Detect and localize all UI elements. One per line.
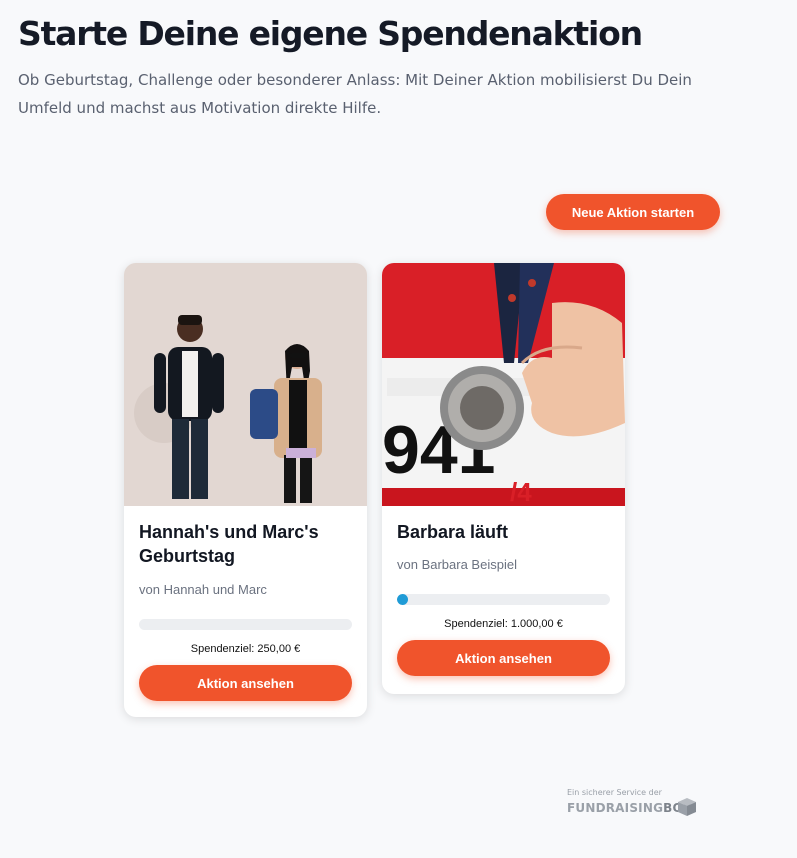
brand-fund: FUNDRAISING: [567, 801, 664, 815]
campaign-image-two-people[interactable]: [124, 263, 367, 506]
brand-logo: FUNDRAISINGBOX: [567, 801, 692, 815]
campaign-card[interactable]: 941 /4 Barbara läuft von Barbara Beispie…: [382, 263, 625, 694]
donation-goal: Spendenziel: 1.000,00 €: [397, 618, 610, 630]
goal-amount: 1.000,00 €: [510, 618, 563, 630]
progress-fill: [397, 594, 408, 605]
campaign-image-medal[interactable]: 941 /4: [382, 263, 625, 506]
donation-goal: Spendenziel: 250,00 €: [139, 643, 352, 655]
page-subtitle: Ob Geburtstag, Challenge oder besonderer…: [18, 71, 692, 117]
goal-amount: 250,00 €: [257, 643, 301, 655]
goal-label: Spendenziel:: [444, 618, 508, 630]
campaign-organizer: von Hannah und Marc: [139, 582, 267, 597]
view-action-button[interactable]: Aktion ansehen: [397, 640, 610, 676]
goal-label: Spendenziel:: [190, 643, 255, 655]
campaign-title[interactable]: Barbara läuft: [397, 520, 610, 544]
donation-progress-bar: [397, 594, 610, 605]
new-action-button[interactable]: Neue Aktion starten: [546, 194, 720, 230]
service-text: Ein sicherer Service der: [567, 788, 662, 797]
campaign-title[interactable]: Hannah's und Marc's Geburtstag: [139, 520, 352, 568]
campaign-card[interactable]: Hannah's und Marc's Geburtstag von Hanna…: [124, 263, 367, 717]
fundraisingbox-badge[interactable]: Ein sicherer Service der FUNDRAISINGBOX: [567, 788, 707, 816]
view-action-button[interactable]: Aktion ansehen: [139, 665, 352, 701]
svg-text:/4: /4: [510, 477, 532, 506]
page-title: Starte Deine eigene Spendenaktion: [18, 14, 643, 53]
donation-progress-bar: [139, 619, 352, 630]
campaign-organizer: von Barbara Beispiel: [397, 557, 517, 572]
cube-icon: [678, 798, 696, 816]
